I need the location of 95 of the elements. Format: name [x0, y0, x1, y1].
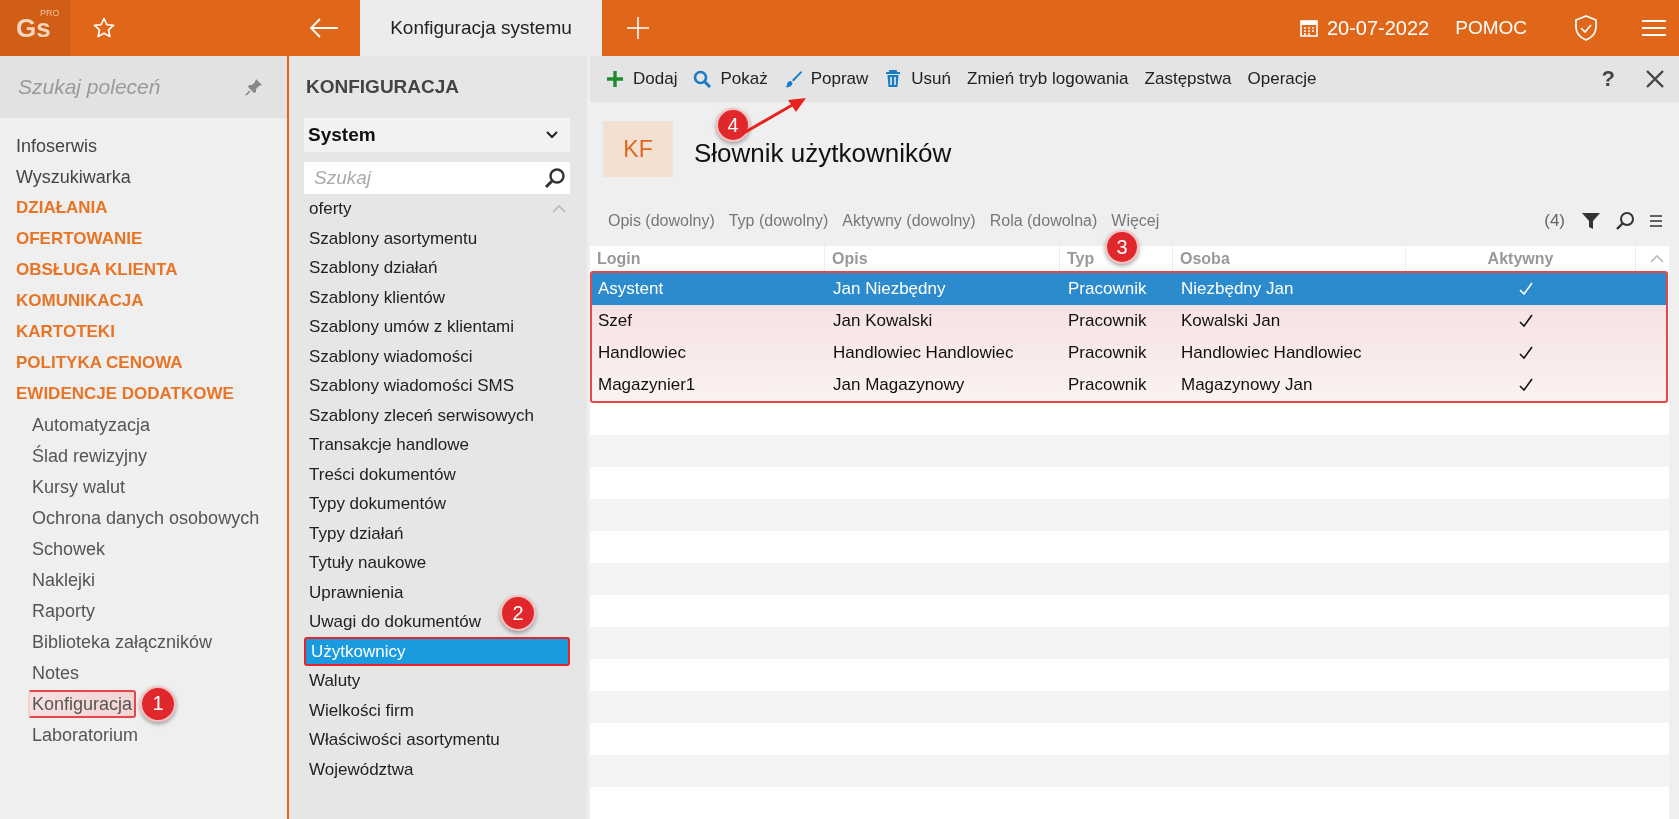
search-icon: [693, 70, 712, 88]
panel-title: KONFIGURACJA: [305, 75, 461, 99]
search-field[interactable]: Szukaj: [304, 162, 570, 194]
star-icon[interactable]: [92, 16, 116, 40]
menu-icon[interactable]: [1641, 18, 1667, 38]
plus-icon: [606, 70, 624, 88]
plus-icon[interactable]: [626, 16, 650, 40]
list-item[interactable]: Tytuły naukowe: [304, 548, 432, 578]
scroll-up-icon[interactable]: [1650, 254, 1664, 263]
filter-button[interactable]: Aktywny (dowolny): [836, 209, 982, 233]
table-cell-text: Jan Magazynowy: [832, 374, 966, 396]
search-field[interactable]: Szukaj poleceń: [0, 56, 287, 118]
step-badge: 1: [140, 685, 177, 722]
table-cell-text: Pracownik: [1067, 374, 1148, 396]
list-item[interactable]: Województwa: [304, 754, 419, 784]
list-item[interactable]: Szablony wiadomości SMS: [304, 371, 520, 401]
table-cell-text: Magazynowy Jan: [1180, 374, 1314, 396]
close-icon[interactable]: [1645, 69, 1665, 89]
list-item[interactable]: Typy dokumentów: [304, 489, 451, 519]
search-icon: [544, 167, 566, 189]
filter-button[interactable]: Rola (dowolna): [983, 209, 1104, 233]
filter-button[interactable]: Więcej: [1105, 209, 1166, 233]
menu-item[interactable]: Automatyzacja: [30, 410, 153, 439]
list-item[interactable]: Transakcje handlowe: [304, 430, 474, 460]
table-cell-text: Jan Niezbędny: [832, 278, 947, 300]
menu-item[interactable]: Ślad rewizyjny: [30, 441, 150, 470]
menu-item[interactable]: Laboratorium: [30, 720, 141, 749]
menu-item[interactable]: Biblioteka załączników: [30, 627, 215, 656]
table-row[interactable]: Magazynier1 Jan Magazynowy Pracownik Magazynowy Jan: [592, 369, 1666, 401]
category-dropdown[interactable]: System: [304, 118, 570, 152]
list-item[interactable]: Szablony działań: [304, 253, 443, 283]
list-item[interactable]: Szablony umów z klientami: [304, 312, 520, 342]
help-button[interactable]: ?: [1597, 66, 1619, 92]
menu-item[interactable]: Konfiguracja: [28, 689, 137, 718]
search-input[interactable]: Szukaj poleceń: [16, 74, 245, 100]
toolbar-button[interactable]: Zastępstwa: [1138, 65, 1238, 93]
list-item[interactable]: Szablony klientów: [304, 282, 451, 312]
list-item[interactable]: Typy działań: [304, 518, 409, 548]
menu-item[interactable]: Raporty: [30, 596, 98, 625]
pin-icon[interactable]: [245, 78, 263, 96]
shield-icon[interactable]: [1573, 14, 1599, 42]
toolbar-button[interactable]: Dodaj: [600, 65, 684, 93]
table-cell-text: Handlowiec Handlowiec: [832, 342, 1015, 364]
table-cell-text: Asystent: [597, 278, 665, 300]
list-item[interactable]: Uwagi do dokumentów: [304, 607, 486, 637]
step-badge: 2: [500, 595, 536, 631]
module-badge: KF: [603, 121, 673, 177]
table-cell-text: Pracownik: [1067, 310, 1148, 332]
table-cell-text: Handlowiec Handlowiec: [1180, 342, 1363, 364]
filter-button[interactable]: Typ (dowolny): [722, 209, 835, 233]
table-cell-text: Pracownik: [1067, 278, 1148, 300]
record-count: (4): [1544, 211, 1565, 231]
tab[interactable]: Konfiguracja systemu: [360, 0, 602, 56]
toolbar-button[interactable]: Usuń: [878, 65, 957, 93]
list-item[interactable]: oferty: [304, 194, 357, 224]
trash-icon: [884, 70, 903, 88]
list-item[interactable]: Treści dokumentów: [304, 459, 461, 489]
list-item[interactable]: Szablony zleceń serwisowych: [304, 400, 539, 430]
menu-item[interactable]: Notes: [30, 658, 82, 687]
table-cell-text: Niezbędny Jan: [1180, 278, 1295, 300]
menu-item[interactable]: Ochrona danych osobowych: [30, 503, 262, 532]
toolbar-button[interactable]: Operacje: [1241, 65, 1323, 93]
back-arrow-icon[interactable]: [308, 17, 340, 39]
list-item[interactable]: Uprawnienia: [304, 577, 409, 607]
brush-icon: [783, 70, 802, 88]
menu-item[interactable]: Schowek: [30, 534, 108, 563]
search-icon[interactable]: [1615, 211, 1635, 231]
menu-item[interactable]: Infoserwis: [14, 131, 100, 160]
list-item[interactable]: Szablony asortymentu: [304, 223, 483, 253]
menu-icon[interactable]: [1649, 215, 1663, 227]
table-row[interactable]: Asystent Jan Niezbędny Pracownik Niezbędny Jan: [592, 273, 1666, 305]
table-cell-text: Pracownik: [1067, 342, 1148, 364]
table-cell-text: Jan Kowalski: [832, 310, 934, 332]
table-cell-text: Handlowiec: [597, 342, 687, 364]
list-item[interactable]: Waluty: [304, 666, 366, 696]
table-row[interactable]: Handlowiec Handlowiec Handlowiec Pracownik Handlowiec Handlowiec: [592, 337, 1666, 369]
table-cell-text: Magazynier1: [597, 374, 697, 396]
list-item[interactable]: Szablony wiadomości: [304, 341, 478, 371]
chevron-down-icon: [546, 131, 558, 139]
toolbar-button[interactable]: Popraw: [777, 65, 875, 93]
table-cell-text: Kowalski Jan: [1180, 310, 1282, 332]
list-item[interactable]: Właściwości asortymentu: [304, 725, 505, 755]
list-item[interactable]: Wielkości firm: [304, 695, 419, 725]
menu-item[interactable]: Kursy walut: [30, 472, 128, 501]
step-badge: 4: [716, 108, 750, 142]
toolbar-button[interactable]: Pokaż: [687, 65, 774, 93]
menu-item[interactable]: Wyszukiwarka: [14, 162, 133, 191]
menu-item[interactable]: Naklejki: [30, 565, 98, 594]
filter-button[interactable]: Opis (dowolny): [602, 209, 721, 233]
table-row[interactable]: Szef Jan Kowalski Pracownik Kowalski Jan: [592, 305, 1666, 337]
calendar-icon: [1299, 19, 1318, 37]
toolbar-button[interactable]: Zmień tryb logowania: [961, 65, 1135, 93]
table-cell-text: Szef: [597, 310, 634, 332]
step-badge: 3: [1105, 230, 1139, 264]
filter-icon[interactable]: [1581, 211, 1601, 231]
